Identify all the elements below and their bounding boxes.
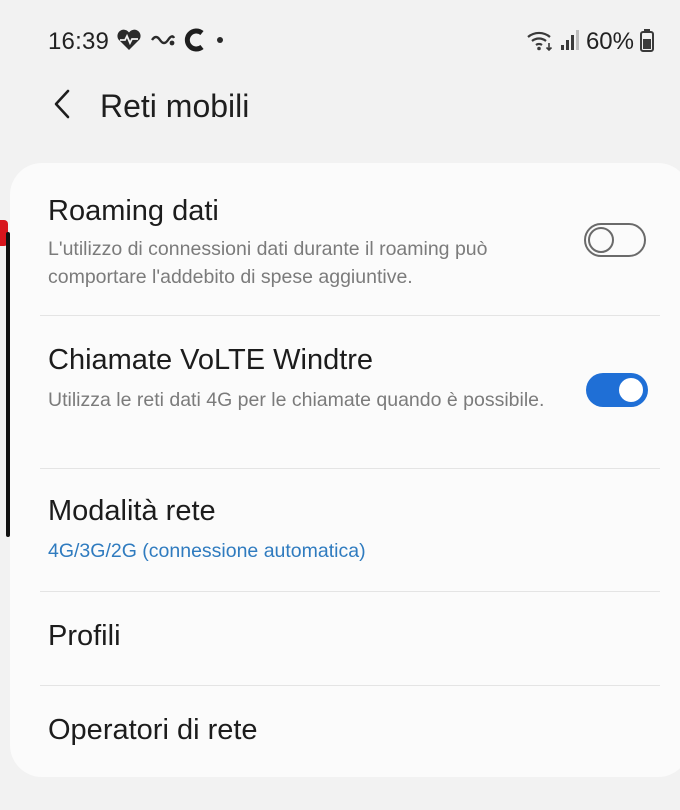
back-button[interactable] xyxy=(40,84,84,128)
link-icon xyxy=(150,32,176,53)
setting-title: Operatori di rete xyxy=(48,714,258,746)
setting-title: Modalità rete xyxy=(48,495,216,527)
status-right: 60% xyxy=(526,28,654,56)
setting-subtitle: Utilizza le reti dati 4G per le chiamate… xyxy=(48,389,545,411)
setting-network-operators[interactable]: Operatori di rete xyxy=(10,686,680,777)
setting-subtitle: 4G/3G/2G (connessione automatica) xyxy=(48,540,366,562)
settings-card: Roaming dati L'utilizzo di connessioni d… xyxy=(10,163,680,777)
toggle-knob xyxy=(617,376,645,404)
page-title: Reti mobili xyxy=(100,88,250,124)
toggle-knob xyxy=(588,227,614,253)
c-app-icon xyxy=(184,28,206,57)
chevron-left-icon xyxy=(51,88,73,125)
setting-title: Profili xyxy=(48,620,121,652)
setting-profiles[interactable]: Profili xyxy=(10,592,680,685)
setting-subtitle: L'utilizzo di connessioni dati durante i… xyxy=(48,238,488,288)
status-bar: 16:39 60% xyxy=(0,0,680,80)
setting-network-mode[interactable]: Modalità rete 4G/3G/2G (connessione auto… xyxy=(10,469,680,591)
heart-rate-icon xyxy=(116,29,142,56)
notification-icons xyxy=(116,28,226,56)
volte-toggle[interactable] xyxy=(586,373,648,407)
signal-icon xyxy=(560,29,580,56)
setting-title: Chiamate VoLTE Windtre xyxy=(48,344,374,376)
setting-roaming-dati[interactable]: Roaming dati L'utilizzo di connessioni d… xyxy=(10,163,680,315)
roaming-toggle[interactable] xyxy=(584,223,646,257)
app-header: Reti mobili xyxy=(0,80,680,140)
status-time: 16:39 xyxy=(48,28,110,55)
setting-title: Roaming dati xyxy=(48,195,219,227)
battery-percent: 60% xyxy=(585,28,634,55)
wifi-icon xyxy=(526,29,554,56)
battery-icon xyxy=(640,28,654,57)
dot-icon xyxy=(214,33,226,51)
setting-volte-calls[interactable]: Chiamate VoLTE Windtre Utilizza le reti … xyxy=(10,316,680,468)
